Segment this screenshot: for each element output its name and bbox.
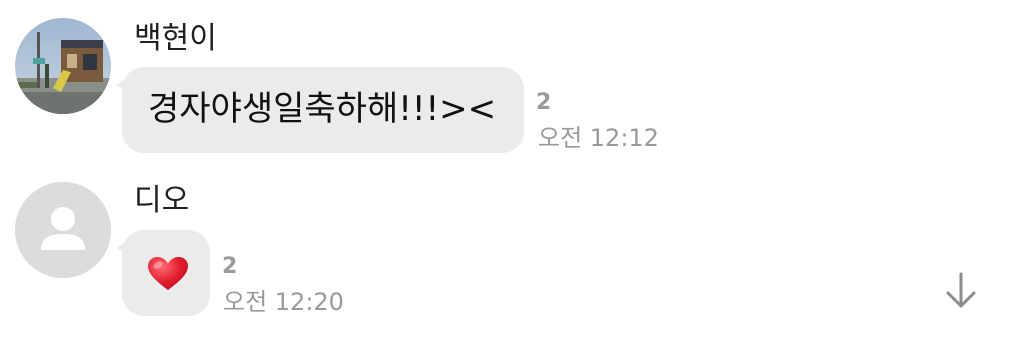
unread-count: 2 [536, 90, 552, 115]
photo-avatar-image [15, 18, 111, 114]
sender-name: 디오 [134, 183, 190, 218]
message-bubble[interactable]: 경자야생일축하해!!!>< [116, 67, 524, 153]
sender-name: 백현이 [134, 21, 217, 56]
message-time: 오전 12:20 [223, 288, 344, 316]
default-person-avatar-icon [15, 182, 111, 278]
message-time: 오전 12:12 [538, 124, 659, 152]
avatar[interactable] [15, 18, 111, 114]
message-text: 경자야생일축하해!!!>< [148, 89, 497, 129]
arrow-down-icon [946, 272, 976, 308]
message-group: 디오 2 오전 12:20 [0, 170, 1024, 341]
unread-count: 2 [222, 254, 238, 279]
message-group: 백현이 경자야생일축하해!!!>< 2 오전 12:12 [0, 0, 1024, 170]
heart-icon [148, 257, 188, 290]
scroll-to-bottom-button[interactable] [940, 268, 982, 312]
avatar[interactable] [15, 182, 111, 278]
message-bubble[interactable] [116, 230, 210, 316]
